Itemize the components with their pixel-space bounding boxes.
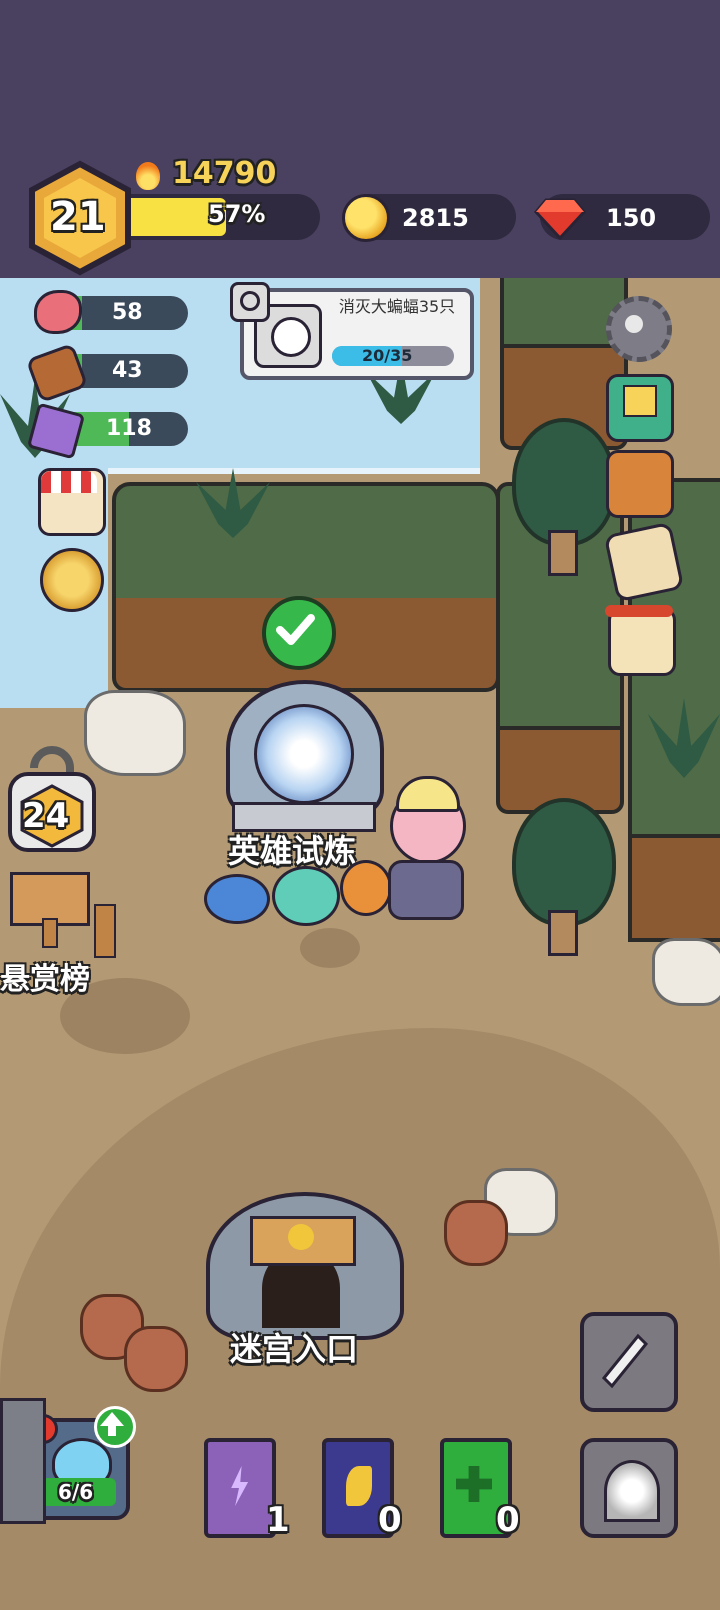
clay-pot <box>124 1326 188 1392</box>
pine-tree <box>512 418 616 576</box>
xp-percent: 57% <box>208 200 266 228</box>
quest-progress-bar: 20/35 <box>332 346 454 366</box>
mail-icon[interactable] <box>606 374 674 442</box>
gem-value: 150 <box>606 204 657 232</box>
flame-icon <box>136 162 160 190</box>
lightning-book-count: 1 <box>266 1500 290 1540</box>
party-count: 6/6 <box>58 1480 94 1504</box>
player-level: 21 <box>50 194 106 240</box>
xp-bar: 57% <box>108 194 320 240</box>
dungeon-entrance[interactable] <box>206 1178 404 1340</box>
check-icon <box>262 596 336 670</box>
quest-card[interactable]: 消灭大蝙蝠35只 20/35 <box>240 288 474 380</box>
wood-value: 43 <box>112 358 143 383</box>
scroll-list-icon[interactable] <box>605 605 676 676</box>
heal-book-count: 0 <box>496 1500 520 1540</box>
cliff-far-right <box>628 834 720 942</box>
gear-icon[interactable] <box>606 296 672 362</box>
quest-progress-text: 20/35 <box>362 346 413 365</box>
bounty-board-label[interactable]: 悬赏榜 <box>0 954 90 998</box>
coin-value: 2815 <box>402 204 469 232</box>
dirt-patch <box>300 928 360 968</box>
meat-icon <box>34 290 82 334</box>
crystal-value: 118 <box>106 416 152 441</box>
clay-pot <box>444 1200 508 1266</box>
magnifier-icon[interactable] <box>230 282 270 322</box>
power-value: 14790 <box>172 156 277 191</box>
backpack-icon[interactable] <box>606 450 674 518</box>
wing-book-count: 0 <box>378 1500 402 1540</box>
hero-party[interactable] <box>200 776 480 928</box>
top-status-bar: 57% 21 14790 2815 150 <box>0 0 720 278</box>
portal-gate-button[interactable] <box>580 1438 678 1538</box>
hero-fox <box>340 860 392 916</box>
hero-dragon <box>272 866 340 926</box>
rock-pile <box>652 938 720 1006</box>
wing-icon <box>346 1466 372 1506</box>
shop-icon[interactable] <box>38 468 106 536</box>
gem-icon <box>534 198 586 240</box>
achievement-badge-icon[interactable] <box>40 548 104 612</box>
plus-icon <box>456 1466 492 1502</box>
hero-mage <box>204 874 270 924</box>
bounty-level: 24 <box>22 796 70 836</box>
hero-knight <box>388 860 464 920</box>
treasure-map-icon[interactable] <box>603 521 685 603</box>
game-world[interactable]: 英雄试炼 24 悬赏榜 迷宫入口 58 43 118 消灭大蝙蝠35只 20/3… <box>0 278 720 1610</box>
skull-icon <box>288 1224 314 1250</box>
coin-icon <box>342 194 390 242</box>
pine-tree <box>512 798 616 956</box>
quest-title: 消灭大蝙蝠35只 <box>338 297 456 316</box>
dungeon-entrance-label[interactable]: 迷宫入口 <box>230 1324 358 1370</box>
meat-value: 58 <box>112 300 143 325</box>
auto-battle-button[interactable] <box>580 1312 678 1412</box>
hero-bishop-hat <box>396 776 460 812</box>
cannon-tower <box>0 1398 46 1524</box>
upgrade-arrow-icon <box>94 1406 136 1448</box>
grass-plateau-center <box>112 482 500 610</box>
lightning-icon <box>231 1466 249 1506</box>
